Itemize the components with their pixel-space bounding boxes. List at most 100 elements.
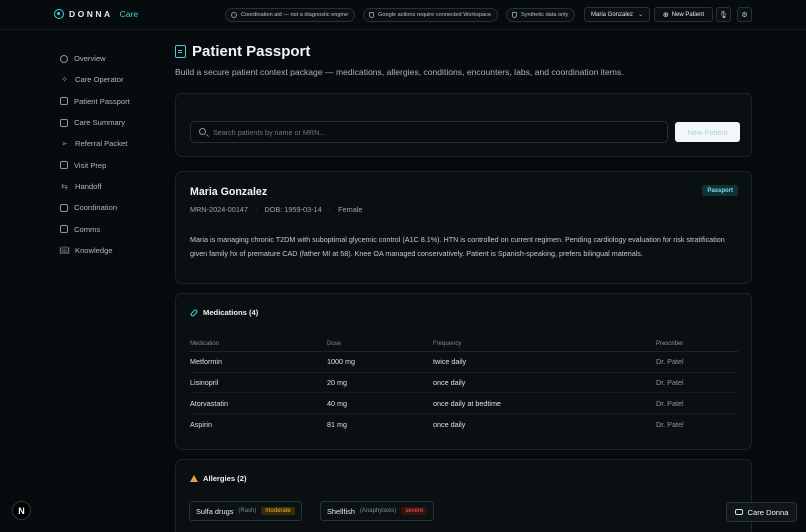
send-icon: ➢ — [61, 139, 68, 149]
column-header: Medication — [190, 341, 220, 347]
sidebar-item-label: Comms — [74, 224, 101, 234]
sidebar-item-label: Care Summary — [74, 118, 126, 128]
search-card: Search patients by name or MRN... New Pa… — [175, 93, 752, 157]
patient-select-value: Maria Gonzalez — [591, 11, 634, 18]
patient-card: Maria Gonzalez Passport MRN-2024-00147 ·… — [175, 171, 752, 284]
sidebar-item-referral-packet[interactable]: ➢ Referral Packet — [60, 133, 160, 154]
med-dose: 40 mg — [327, 398, 347, 408]
sidebar-item-label: Knowledge — [75, 245, 113, 255]
search-placeholder: Search patients by name or MRN... — [213, 127, 326, 137]
allergy-chip: Shellfish (Anaphylaxis) severe — [320, 501, 435, 521]
new-patient-button[interactable]: New Patient — [675, 122, 740, 142]
sidebar-item-label: Visit Prep — [74, 160, 107, 170]
patient-summary: Maria is managing chronic T2DM with subo… — [190, 235, 725, 258]
sidebar-item-comms[interactable]: Comms — [60, 218, 160, 239]
table-row: Lisinopril 20 mg once daily Dr. Patel — [190, 373, 738, 394]
table-row: Aspirin 81 mg once daily Dr. Patel — [190, 414, 738, 435]
shield-icon — [369, 12, 374, 18]
patient-mrn: MRN-2024-00147 — [190, 205, 249, 214]
add-user-icon: ⊕ — [662, 11, 669, 19]
column-header: Dose — [327, 341, 342, 347]
workspace-text: Google actions require connected Workspa… — [378, 12, 492, 18]
sidebar-item-knowledge[interactable]: 📖︎ Knowledge — [59, 240, 160, 261]
severity-badge: moderate — [261, 507, 295, 515]
book-icon: 📖︎ — [59, 245, 70, 255]
synthetic-text: Synthetic data only — [521, 12, 569, 18]
search-icon — [199, 128, 206, 135]
sidebar-item-visit-prep[interactable]: Visit Prep — [60, 154, 160, 175]
allergy-reaction: (Anaphylaxis) — [359, 508, 397, 514]
allergies-card: Allergies (2) Sulfa drugs (Rash) moderat… — [175, 459, 752, 532]
med-frequency: once daily — [433, 378, 466, 388]
pill-icon — [189, 308, 199, 317]
sidebar-item-label: Overview — [74, 54, 106, 64]
medications-table: Medication Dose Frequency Prescriber Met… — [190, 337, 738, 435]
sidebar-item-handoff[interactable]: ⇆ Handoff — [60, 176, 160, 197]
shield-icon — [512, 12, 517, 18]
med-name: Atorvastatin — [190, 398, 228, 408]
chat-icon — [60, 225, 68, 234]
allergy-name: Shellfish — [327, 506, 355, 516]
sidebar: Overview ✧ Care Operator Patient Passpor… — [59, 48, 160, 261]
patient-meta: MRN-2024-00147 · DOB: 1959-03-14 · Femal… — [190, 205, 362, 214]
medications-header: Medications (4) — [189, 308, 258, 317]
column-header: Prescriber — [656, 341, 684, 347]
page-subtitle: Build a secure patient context package —… — [175, 67, 624, 77]
sidebar-item-label: Care Operator — [75, 75, 124, 85]
patient-sex: Female — [338, 205, 363, 214]
passport-badge: Passport — [702, 185, 738, 196]
separator-dot: · — [328, 205, 332, 214]
sidebar-item-patient-passport[interactable]: Patient Passport — [60, 91, 160, 112]
sidebar-item-label: Handoff — [75, 181, 102, 191]
settings-button[interactable]: ⚙ — [737, 7, 752, 22]
sidebar-item-label: Patient Passport — [74, 96, 130, 106]
med-prescriber: Dr. Patel — [656, 378, 684, 388]
page-title-text: Patient Passport — [192, 43, 311, 60]
patient-name: Maria Gonzalez — [190, 186, 268, 198]
disclaimer-pill: Coordination aid — not a diagnostic engi… — [225, 8, 355, 22]
passport-icon — [60, 97, 68, 106]
brand[interactable]: DONNA Care — [54, 9, 138, 19]
new-patient-label: New Patient — [671, 11, 705, 18]
passport-icon — [175, 45, 186, 58]
settings-icon: ⚙ — [741, 11, 748, 19]
allergy-name: Sulfa drugs — [196, 506, 234, 516]
allergies-header: Allergies (2) — [190, 474, 246, 483]
patient-select[interactable]: Maria Gonzalez ⌄ — [584, 7, 650, 22]
page-title: Patient Passport — [175, 43, 310, 60]
patient-dob: DOB: 1959-03-14 — [264, 205, 322, 214]
workspace-pill: Google actions require connected Workspa… — [363, 8, 499, 22]
sidebar-item-care-summary[interactable]: Care Summary — [60, 112, 160, 133]
severity-badge: severe — [401, 507, 428, 515]
new-patient-button[interactable]: ⊕ New Patient — [654, 7, 713, 22]
med-prescriber: Dr. Patel — [656, 419, 684, 429]
med-dose: 81 mg — [327, 419, 347, 429]
allergy-chip: Sulfa drugs (Rash) moderate — [189, 501, 302, 521]
care-donna-button[interactable]: Care Donna — [726, 502, 797, 522]
med-name: Lisinopril — [190, 378, 219, 388]
summary-icon — [60, 118, 68, 127]
calendar-icon — [60, 161, 68, 170]
column-header: Frequency — [433, 341, 462, 347]
care-donna-label: Care Donna — [747, 507, 789, 517]
med-frequency: twice daily — [433, 357, 467, 367]
overview-icon — [60, 54, 68, 63]
n-badge-button[interactable]: N — [12, 501, 31, 520]
med-name: Metformin — [190, 357, 222, 367]
bot-icon — [734, 509, 743, 515]
sidebar-item-overview[interactable]: Overview — [60, 48, 160, 69]
swap-icon: ⇆ — [61, 181, 68, 191]
mic-button[interactable]: 🎙︎ — [716, 7, 731, 22]
mic-icon: 🎙︎ — [719, 11, 728, 19]
med-prescriber: Dr. Patel — [656, 357, 684, 367]
brand-name: DONNA — [69, 9, 113, 19]
sidebar-item-coordination[interactable]: Coordination — [60, 197, 160, 218]
sidebar-item-label: Referral Packet — [75, 139, 128, 149]
med-frequency: once daily at bedtime — [433, 398, 501, 408]
med-dose: 1000 mg — [327, 357, 355, 367]
sparkle-icon: ✧ — [61, 75, 68, 85]
synthetic-pill: Synthetic data only — [506, 8, 576, 22]
coordination-icon — [60, 203, 68, 212]
sidebar-item-care-operator[interactable]: ✧ Care Operator — [60, 69, 160, 90]
search-input[interactable]: Search patients by name or MRN... — [190, 121, 668, 143]
